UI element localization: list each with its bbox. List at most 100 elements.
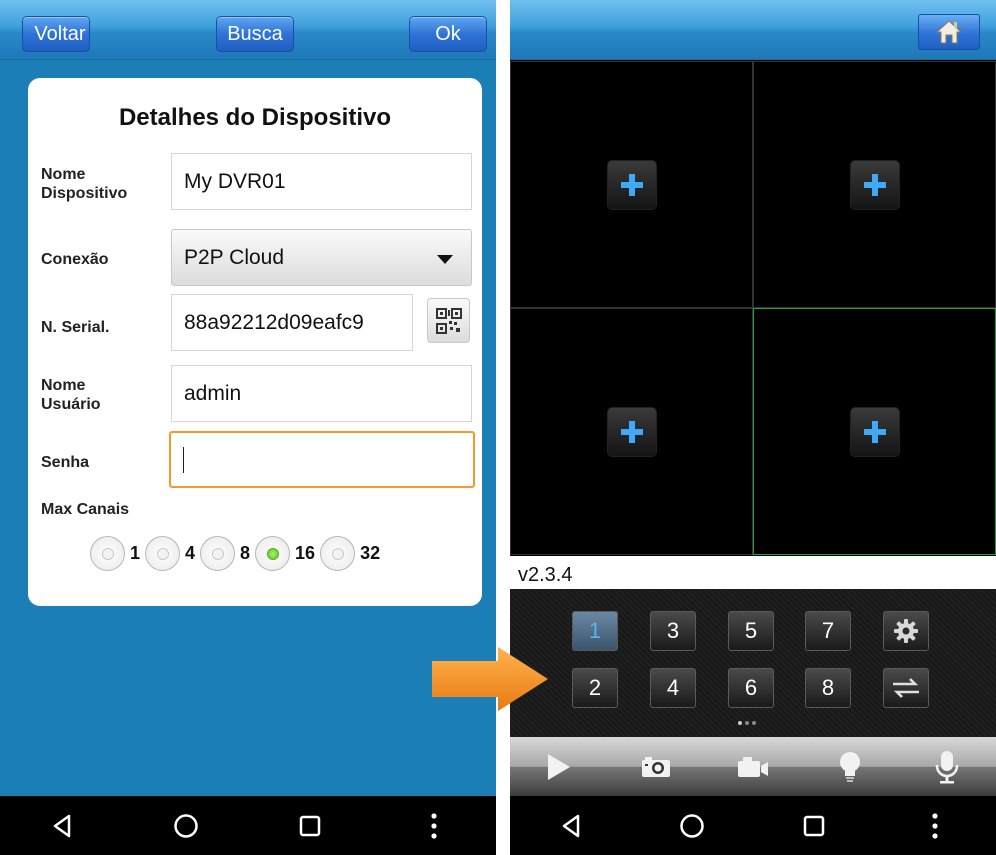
add-camera-button[interactable]	[607, 407, 656, 456]
overflow-dots-icon[interactable]	[414, 806, 454, 846]
radio-dot	[156, 547, 169, 560]
video-grid	[510, 61, 996, 555]
radio-button[interactable]	[145, 536, 181, 571]
device-name-label-line1: Nome	[41, 166, 86, 183]
radio-label: 4	[185, 543, 196, 563]
device-details-screen: Voltar Busca Ok Detalhes do Dispositivo …	[0, 0, 496, 855]
recents-square-icon[interactable]	[290, 806, 330, 846]
control-panel: 1 3 5 7 2 4 6 8	[510, 589, 996, 796]
qr-code-icon	[435, 307, 462, 334]
radio-option-16[interactable]: 16	[255, 536, 315, 571]
channel-button-3[interactable]: 3	[650, 611, 696, 651]
device-name-value: My DVR01	[184, 169, 286, 193]
back-button[interactable]: Voltar	[22, 16, 90, 52]
settings-button[interactable]	[883, 611, 929, 651]
serial-value: 88a92212d09eafc9	[184, 310, 364, 334]
device-details-card: Detalhes do Dispositivo Nome Dispositivo…	[28, 78, 482, 606]
video-camera-icon	[737, 756, 768, 777]
radio-dot	[211, 547, 224, 560]
ok-button[interactable]: Ok	[409, 16, 487, 52]
top-bar	[510, 0, 996, 60]
serial-label: N. Serial.	[41, 319, 110, 336]
username-label-line1: Nome	[41, 377, 86, 394]
username-label-line2: Usuário	[41, 396, 101, 413]
home-circle-icon[interactable]	[672, 806, 712, 846]
max-channels-radio-group: 1 4 8 16 32	[90, 536, 385, 571]
chevron-down-icon	[437, 255, 453, 264]
back-triangle-icon[interactable]	[42, 806, 82, 846]
radio-option-32[interactable]: 32	[320, 536, 380, 571]
video-cell-selected[interactable]	[753, 308, 996, 555]
talk-button[interactable]	[927, 747, 967, 787]
radio-option-8[interactable]: 8	[200, 536, 250, 571]
android-nav-bar	[0, 796, 496, 855]
connection-label: Conexão	[41, 251, 109, 268]
video-cell[interactable]	[510, 61, 753, 308]
home-circle-icon[interactable]	[166, 806, 206, 846]
video-cell[interactable]	[753, 61, 996, 308]
device-name-input[interactable]: My DVR01	[171, 153, 472, 210]
radio-button[interactable]	[90, 536, 125, 571]
plus-icon	[620, 173, 643, 196]
camera-icon	[641, 756, 670, 777]
overflow-dots-icon[interactable]	[915, 806, 955, 846]
username-label: Nome Usuário	[41, 376, 101, 414]
password-input[interactable]	[169, 431, 475, 488]
plus-icon	[863, 173, 886, 196]
device-name-label: Nome Dispositivo	[41, 165, 127, 203]
username-input[interactable]: admin	[171, 365, 472, 422]
radio-button-selected[interactable]	[255, 536, 291, 571]
swap-arrows-icon	[893, 678, 919, 698]
add-camera-button[interactable]	[850, 160, 899, 209]
channel-button-1[interactable]: 1	[572, 611, 618, 651]
microphone-icon	[936, 750, 959, 783]
radio-dot	[101, 547, 114, 560]
channel-button-7[interactable]: 7	[805, 611, 851, 651]
radio-label: 16	[295, 543, 316, 563]
video-cell[interactable]	[510, 308, 753, 555]
back-triangle-icon[interactable]	[551, 806, 591, 846]
home-button[interactable]	[918, 14, 980, 50]
connection-select[interactable]: P2P Cloud	[171, 229, 472, 286]
radio-label: 1	[130, 543, 141, 563]
plus-icon	[863, 420, 886, 443]
switch-stream-button[interactable]	[883, 668, 929, 708]
radio-option-4[interactable]: 4	[145, 536, 195, 571]
channel-button-4[interactable]: 4	[650, 668, 696, 708]
radio-label: 8	[240, 543, 251, 563]
add-camera-button[interactable]	[850, 407, 899, 456]
channel-button-8[interactable]: 8	[805, 668, 851, 708]
android-nav-bar	[510, 796, 996, 855]
channel-button-5[interactable]: 5	[728, 611, 774, 651]
qr-scan-button[interactable]	[427, 298, 470, 343]
radio-button[interactable]	[320, 536, 356, 571]
username-value: admin	[184, 381, 242, 405]
recents-square-icon[interactable]	[794, 806, 834, 846]
bottom-toolbar	[510, 737, 996, 796]
connection-value: P2P Cloud	[184, 245, 285, 269]
search-button[interactable]: Busca	[216, 16, 294, 52]
serial-input[interactable]: 88a92212d09eafc9	[171, 294, 413, 351]
radio-dot-selected	[266, 547, 279, 560]
record-button[interactable]	[733, 747, 773, 787]
channel-button-2[interactable]: 2	[572, 668, 618, 708]
radio-label: 32	[360, 543, 381, 563]
gear-icon	[894, 619, 918, 643]
play-button[interactable]	[539, 747, 579, 787]
radio-option-1[interactable]: 1	[90, 536, 140, 571]
page-indicator	[738, 721, 756, 725]
play-icon	[547, 753, 570, 780]
max-channels-label: Max Canais	[41, 501, 130, 518]
radio-button[interactable]	[200, 536, 236, 571]
card-title: Detalhes do Dispositivo	[118, 104, 392, 131]
device-name-label-line2: Dispositivo	[41, 185, 128, 202]
orange-arrow-icon	[432, 647, 548, 711]
light-button[interactable]	[830, 747, 870, 787]
top-bar: Voltar Busca Ok	[0, 0, 496, 60]
light-bulb-icon	[840, 751, 861, 782]
channel-button-6[interactable]: 6	[728, 668, 774, 708]
version-label: v2.3.4	[510, 556, 996, 589]
snapshot-button[interactable]	[636, 747, 676, 787]
house-icon	[935, 20, 963, 44]
add-camera-button[interactable]	[607, 160, 656, 209]
